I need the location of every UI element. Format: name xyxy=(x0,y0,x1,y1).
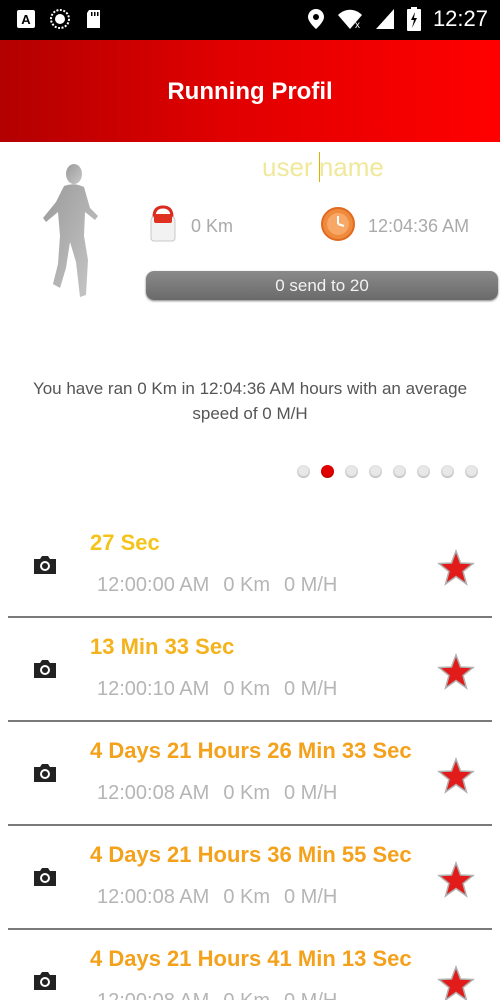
camera-icon[interactable] xyxy=(28,964,62,998)
list-item[interactable]: 13 Min 33 Sec 12:00:10 AM 0 Km 0 M/H xyxy=(0,619,500,723)
signal-icon xyxy=(375,9,394,29)
page-dot[interactable] xyxy=(441,465,454,478)
run-distance: 0 Km xyxy=(223,574,270,596)
goal-progress-bar: 0 send to 20 xyxy=(146,271,498,300)
run-distance: 0 Km xyxy=(223,990,270,1000)
star-icon[interactable] xyxy=(437,653,475,691)
run-duration: 13 Min 33 Sec xyxy=(90,634,235,659)
svg-text:x: x xyxy=(355,20,360,30)
camera-icon[interactable] xyxy=(28,548,62,582)
list-item[interactable]: 27 Sec 12:00:00 AM 0 Km 0 M/H xyxy=(0,515,500,619)
camera-icon[interactable] xyxy=(28,860,62,894)
location-icon xyxy=(307,9,324,29)
sync-icon xyxy=(50,9,70,29)
runner-avatar-icon xyxy=(43,164,98,297)
progress-label: 0 send to 20 xyxy=(275,276,369,295)
page-indicator[interactable] xyxy=(297,465,478,478)
run-speed: 0 M/H xyxy=(284,990,337,1000)
page-dot[interactable] xyxy=(297,465,310,478)
run-time: 12:00:08 AM xyxy=(97,886,210,908)
list-item[interactable]: 4 Days 21 Hours 41 Min 13 Sec 12:00:08 A… xyxy=(0,931,500,1000)
run-time: 12:00:08 AM xyxy=(97,782,210,804)
page-dot[interactable] xyxy=(369,465,382,478)
run-speed: 0 M/H xyxy=(284,678,338,700)
run-distance: 0 Km xyxy=(223,782,270,804)
star-icon[interactable] xyxy=(437,861,475,899)
run-time: 12:00:08 AM xyxy=(97,990,209,1000)
sd-card-icon xyxy=(87,10,100,28)
run-speed: 0 M/H xyxy=(284,782,338,804)
page-dot[interactable] xyxy=(465,465,478,478)
status-time: 12:27 xyxy=(432,6,488,31)
run-duration: 4 Days 21 Hours 41 Min 13 Sec xyxy=(90,946,412,971)
clock-icon xyxy=(321,207,355,241)
run-speed: 0 M/H xyxy=(284,574,338,596)
run-time: 12:00:00 AM xyxy=(97,574,210,596)
run-duration: 4 Days 21 Hours 26 Min 33 Sec xyxy=(90,738,412,763)
svg-text:A: A xyxy=(21,12,31,27)
list-item[interactable]: 4 Days 21 Hours 26 Min 33 Sec 12:00:08 A… xyxy=(0,723,500,827)
run-summary: You have ran 0 Km in 12:04:36 AM hours w… xyxy=(32,379,468,423)
username-field[interactable]: user name xyxy=(262,152,384,183)
bag-icon xyxy=(150,205,176,242)
divider xyxy=(8,824,492,826)
status-bar: A x 12:27 xyxy=(0,0,500,40)
text-cursor xyxy=(318,152,320,182)
page-dot[interactable] xyxy=(345,465,358,478)
run-duration: 27 Sec xyxy=(90,530,160,555)
camera-icon[interactable] xyxy=(28,652,62,686)
page-title: Running Profil xyxy=(167,78,333,105)
divider xyxy=(8,616,492,618)
run-distance: 0 Km xyxy=(223,886,270,908)
camera-icon[interactable] xyxy=(28,756,62,790)
wifi-icon: x xyxy=(337,9,362,30)
star-icon[interactable] xyxy=(437,965,475,1000)
a-notification-icon: A xyxy=(17,10,35,28)
star-icon[interactable] xyxy=(437,549,475,587)
run-speed: 0 M/H xyxy=(284,886,338,908)
page-dot-active[interactable] xyxy=(321,465,334,478)
divider xyxy=(8,720,492,722)
list-item[interactable]: 4 Days 21 Hours 36 Min 55 Sec 12:00:08 A… xyxy=(0,827,500,931)
run-distance: 0 Km xyxy=(223,678,270,700)
page-dot[interactable] xyxy=(417,465,430,478)
divider xyxy=(8,928,492,930)
username-placeholder: user name xyxy=(262,152,384,182)
time-value: 12:04:36 AM xyxy=(368,216,470,236)
distance-value: 0 Km xyxy=(191,216,234,236)
page-dot[interactable] xyxy=(393,465,406,478)
app-header: Running Profil xyxy=(0,40,500,142)
run-duration: 4 Days 21 Hours 36 Min 55 Sec xyxy=(90,842,412,867)
star-icon[interactable] xyxy=(437,757,475,795)
run-time: 12:00:10 AM xyxy=(97,678,210,700)
battery-icon xyxy=(406,7,421,31)
